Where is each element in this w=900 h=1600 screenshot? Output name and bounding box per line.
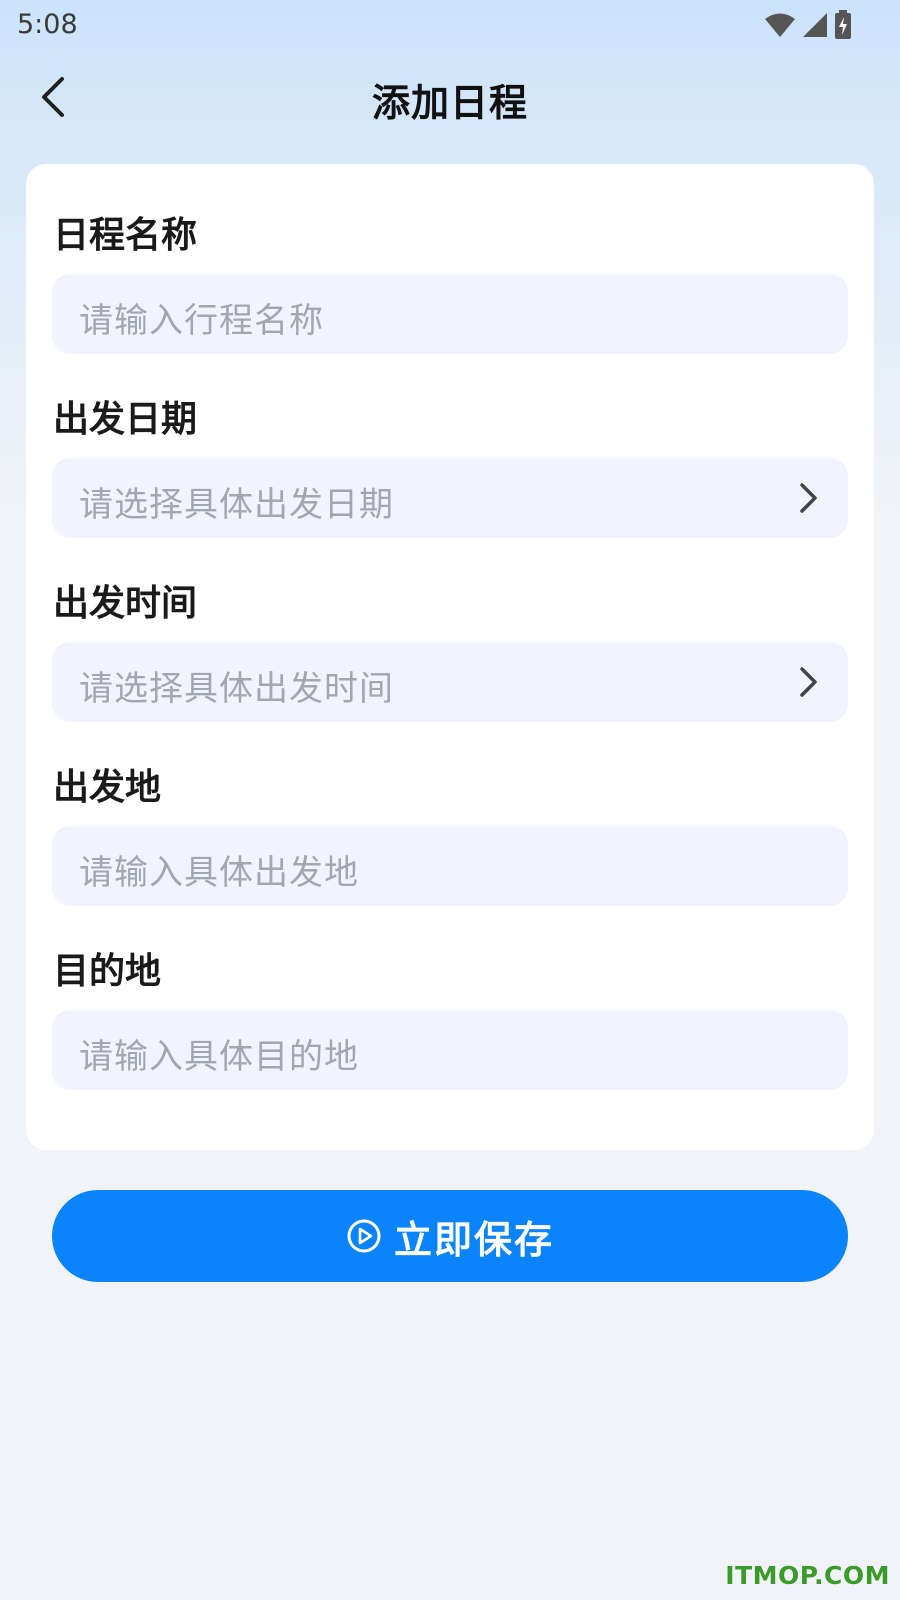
- departure-place-input[interactable]: 请输入具体出发地: [52, 826, 848, 906]
- watermark: ITMOP.COM: [725, 1561, 890, 1590]
- field-label-departure-time: 出发时间: [53, 583, 198, 624]
- signal-icon: [803, 13, 827, 37]
- play-circle-icon: [347, 1219, 381, 1253]
- departure-time-picker[interactable]: 请选择具体出发时间: [52, 642, 848, 722]
- departure-date-placeholder: 请选择具体出发日期: [79, 485, 394, 525]
- chevron-right-icon: [800, 483, 817, 513]
- field-label-departure-place: 出发地: [53, 767, 162, 808]
- save-button-label: 立即保存: [393, 1217, 554, 1262]
- status-time: 5:08: [17, 9, 78, 40]
- departure-date-picker[interactable]: 请选择具体出发日期: [52, 458, 848, 538]
- form-card: 日程名称 请输入行程名称 出发日期 请选择具体出发日期 出发时间 请选择具体出发…: [26, 164, 874, 1150]
- status-icons: [764, 10, 852, 40]
- header: 添加日程: [0, 58, 900, 138]
- field-label-schedule-name: 日程名称: [53, 215, 198, 256]
- field-label-destination: 目的地: [53, 951, 162, 992]
- schedule-name-input[interactable]: 请输入行程名称: [52, 274, 848, 354]
- battery-icon: [835, 10, 851, 39]
- destination-input[interactable]: 请输入具体目的地: [52, 1010, 848, 1090]
- departure-time-placeholder: 请选择具体出发时间: [79, 669, 394, 709]
- status-bar: 5:08: [0, 0, 900, 50]
- destination-placeholder: 请输入具体目的地: [79, 1037, 359, 1077]
- wifi-icon: [765, 13, 795, 37]
- chevron-right-icon: [800, 667, 817, 697]
- save-button[interactable]: 立即保存: [52, 1190, 848, 1282]
- page-title: 添加日程: [371, 81, 528, 125]
- schedule-name-placeholder: 请输入行程名称: [79, 301, 324, 341]
- field-label-departure-date: 出发日期: [53, 399, 198, 440]
- departure-place-placeholder: 请输入具体出发地: [79, 853, 359, 893]
